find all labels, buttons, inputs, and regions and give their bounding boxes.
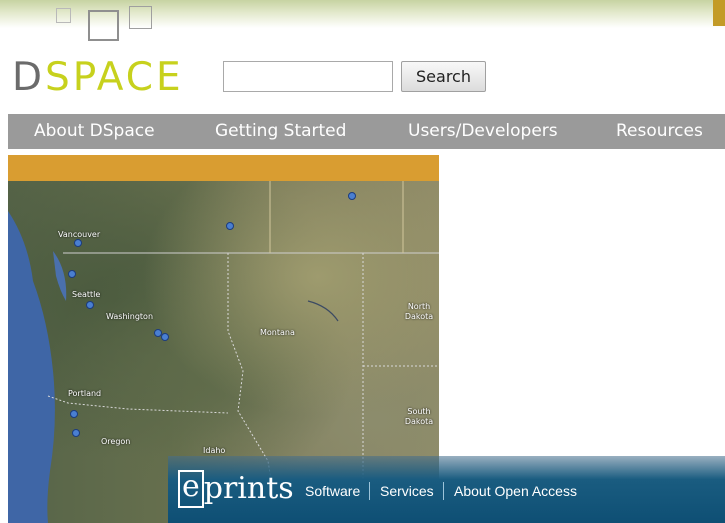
map-pin [72, 429, 80, 437]
map-label-idaho: Idaho [203, 446, 226, 455]
search-button[interactable]: Search [401, 61, 486, 92]
square-large [88, 10, 119, 41]
square-medium [129, 6, 152, 29]
logo-squares-decoration [56, 6, 156, 42]
logo-space: SPACE [45, 55, 184, 100]
map-pin [86, 301, 94, 309]
map-pin [70, 410, 78, 418]
eprints-logo[interactable]: e prints [178, 466, 294, 510]
footer-link-software[interactable]: Software [305, 481, 360, 501]
puget-sound [53, 251, 67, 301]
ocean [8, 211, 55, 523]
footer-link-services[interactable]: Services [380, 481, 434, 501]
footer-divider [443, 482, 444, 500]
map-label-portland: Portland [68, 389, 102, 398]
map-label-montana: Montana [260, 328, 295, 337]
eprints-logo-text: prints [203, 471, 294, 506]
footer-link-about-open-access[interactable]: About Open Access [454, 481, 577, 501]
map-pin [226, 222, 234, 230]
map-label-vancouver: Vancouver [58, 230, 101, 239]
corner-accent [713, 0, 725, 26]
map-label-seattle: Seattle [72, 290, 101, 299]
main-nav: About DSpace Getting Started Users/Devel… [8, 114, 725, 149]
logo-d: D [12, 55, 46, 100]
eprints-logo-e: e [178, 470, 204, 508]
square-small [56, 8, 71, 23]
nav-users-developers[interactable]: Users/Developers [408, 114, 558, 149]
search-input[interactable] [223, 61, 393, 92]
nav-resources[interactable]: Resources [616, 114, 703, 149]
map-header-bar [8, 155, 439, 181]
nav-about-dspace[interactable]: About DSpace [34, 114, 155, 149]
map-label-oregon: Oregon [101, 437, 131, 446]
map-label-washington: Washington [106, 312, 154, 321]
dspace-logo[interactable]: DSPACE [12, 56, 184, 100]
map-label-north-dakota: North Dakota [404, 302, 434, 321]
footer-divider [369, 482, 370, 500]
nav-getting-started[interactable]: Getting Started [215, 114, 346, 149]
river [307, 300, 339, 322]
map-pin [68, 270, 76, 278]
map-pin [161, 333, 169, 341]
map-pin [348, 192, 356, 200]
map-label-south-dakota: South Dakota [404, 407, 434, 426]
map-pin [154, 329, 162, 337]
map-pin [74, 239, 82, 247]
